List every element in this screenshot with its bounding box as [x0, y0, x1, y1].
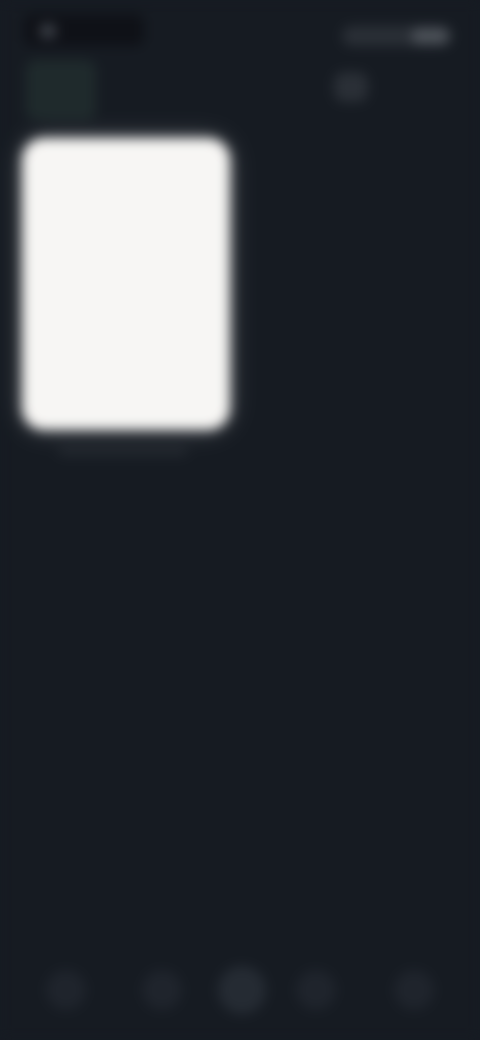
nav-icon-4[interactable]	[296, 970, 336, 1010]
nav-icon-5[interactable]	[394, 970, 434, 1010]
action-icon[interactable]	[334, 72, 368, 102]
app-screen	[0, 0, 480, 1040]
content-card[interactable]	[22, 138, 230, 430]
battery-icon	[412, 28, 448, 44]
status-bar	[0, 8, 480, 52]
status-dot-icon	[40, 24, 56, 38]
card-caption	[58, 446, 188, 456]
nav-icon-center[interactable]	[218, 966, 266, 1014]
nav-icon-2[interactable]	[142, 970, 182, 1010]
bottom-navigation	[0, 930, 480, 1040]
nav-icon-1[interactable]	[46, 970, 86, 1010]
app-thumbnail-icon[interactable]	[26, 60, 96, 120]
